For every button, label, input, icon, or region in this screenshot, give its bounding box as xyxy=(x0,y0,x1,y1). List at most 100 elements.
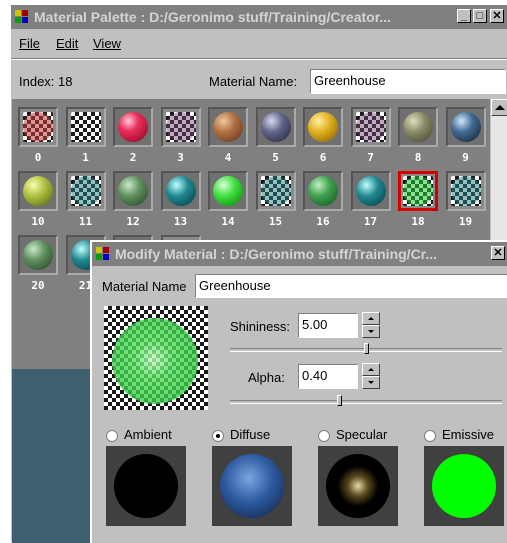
app-icon xyxy=(15,10,28,23)
material-cell-19[interactable] xyxy=(445,171,486,211)
modify-title-bar[interactable]: Modify Material : D:/Geronimo stuff/Trai… xyxy=(92,242,507,266)
palette-title: Material Palette : D:/Geronimo stuff/Tra… xyxy=(34,9,392,25)
material-cell-5[interactable] xyxy=(255,107,296,147)
material-index-label: 9 xyxy=(462,151,469,164)
material-index-label: 16 xyxy=(316,215,330,228)
material-cell-15[interactable] xyxy=(255,171,296,211)
material-index-label: 12 xyxy=(126,215,140,228)
material-cell-6[interactable] xyxy=(303,107,343,147)
material-cell-1[interactable] xyxy=(65,107,106,147)
material-cell-3[interactable] xyxy=(160,107,201,147)
material-sphere xyxy=(450,176,481,206)
menu-file[interactable]: File xyxy=(19,36,40,51)
material-index-label: 20 xyxy=(31,279,45,292)
shininess-spinner[interactable] xyxy=(362,312,380,338)
material-index-label: 13 xyxy=(173,215,188,228)
material-sphere xyxy=(403,176,433,206)
material-index-label: 15 xyxy=(268,215,283,228)
menu-view[interactable]: View xyxy=(93,36,121,51)
maximize-button[interactable]: □ xyxy=(473,9,487,23)
material-cell-12[interactable] xyxy=(113,171,153,211)
material-cell-16[interactable] xyxy=(303,171,343,211)
material-sphere xyxy=(213,176,243,206)
material-tint xyxy=(260,176,291,206)
alpha-spinner[interactable] xyxy=(362,363,380,389)
material-sphere xyxy=(213,112,243,142)
material-index-label: 11 xyxy=(78,215,93,228)
modify-title: Modify Material : D:/Geronimo stuff/Trai… xyxy=(115,246,438,262)
material-index-label: 10 xyxy=(31,215,45,228)
material-cell-14[interactable] xyxy=(208,171,248,211)
material-sphere xyxy=(450,112,481,142)
modify-material-name-label: Material Name xyxy=(102,279,187,294)
material-index-label: 0 xyxy=(34,151,42,164)
material-sphere xyxy=(70,112,101,142)
material-sphere xyxy=(23,240,53,270)
emissive-color-ball xyxy=(432,454,496,518)
material-sphere xyxy=(118,112,148,142)
radio-diffuse[interactable] xyxy=(212,430,224,442)
scroll-up-button[interactable] xyxy=(491,99,507,116)
material-sphere xyxy=(23,112,53,142)
material-tint xyxy=(450,176,481,206)
ambient-swatch[interactable] xyxy=(106,446,186,526)
material-tint xyxy=(23,112,53,142)
material-cell-2[interactable] xyxy=(113,107,153,147)
diffuse-swatch[interactable] xyxy=(212,446,292,526)
spin-up-button[interactable] xyxy=(362,363,380,376)
alpha-input[interactable]: 0.40 xyxy=(298,364,358,389)
material-index-label: 2 xyxy=(129,151,137,164)
material-sphere xyxy=(260,176,291,206)
menu-bar: File Edit View xyxy=(11,31,507,55)
material-tint xyxy=(165,112,196,142)
material-name-field[interactable]: Greenhouse xyxy=(310,69,506,94)
material-cell-9[interactable] xyxy=(445,107,486,147)
material-cell-8[interactable] xyxy=(398,107,438,147)
material-cell-11[interactable] xyxy=(65,171,106,211)
material-tint xyxy=(355,112,386,142)
material-sphere xyxy=(260,112,291,142)
radio-specular[interactable] xyxy=(318,430,330,442)
radio-emissive[interactable] xyxy=(424,430,436,442)
radio-label-ambient[interactable]: Ambient xyxy=(124,427,172,442)
shininess-input[interactable]: 5.00 xyxy=(298,313,358,338)
spin-down-button[interactable] xyxy=(362,376,380,389)
close-button[interactable]: ✕ xyxy=(490,9,504,23)
material-name-label: Material Name: xyxy=(209,74,298,89)
palette-lower-area xyxy=(12,369,92,543)
material-cell-4[interactable] xyxy=(208,107,248,147)
radio-label-emissive[interactable]: Emissive xyxy=(442,427,494,442)
specular-color-ball xyxy=(326,454,390,518)
material-cell-17[interactable] xyxy=(350,171,391,211)
close-button[interactable]: ✕ xyxy=(491,246,505,260)
palette-title-bar[interactable]: Material Palette : D:/Geronimo stuff/Tra… xyxy=(11,5,507,29)
material-cell-20[interactable] xyxy=(18,235,58,275)
material-cell-18[interactable] xyxy=(398,171,438,211)
material-tint xyxy=(71,112,101,142)
radio-ambient[interactable] xyxy=(106,430,118,442)
radio-label-specular[interactable]: Specular xyxy=(336,427,387,442)
material-sphere xyxy=(403,112,433,142)
alpha-slider-track xyxy=(230,400,502,404)
material-index-label: 19 xyxy=(458,215,473,228)
alpha-slider-thumb[interactable] xyxy=(336,395,342,406)
menu-edit[interactable]: Edit xyxy=(56,36,78,51)
material-cell-0[interactable] xyxy=(18,107,58,147)
material-cell-7[interactable] xyxy=(350,107,391,147)
minimize-button[interactable]: _ xyxy=(457,9,471,23)
material-cell-13[interactable] xyxy=(160,171,201,211)
specular-swatch[interactable] xyxy=(318,446,398,526)
material-index-label: 14 xyxy=(221,215,235,228)
modify-material-name-field[interactable]: Greenhouse xyxy=(195,274,507,298)
spin-down-button[interactable] xyxy=(362,325,380,338)
emissive-swatch[interactable] xyxy=(424,446,504,526)
radio-label-diffuse[interactable]: Diffuse xyxy=(230,427,270,442)
shininess-slider-thumb[interactable] xyxy=(364,343,369,354)
material-sphere xyxy=(355,112,386,142)
material-index-label: 18 xyxy=(411,215,425,228)
spin-up-button[interactable] xyxy=(362,312,380,325)
material-cell-10[interactable] xyxy=(18,171,58,211)
app-icon xyxy=(96,247,109,260)
shininess-label: Shininess: xyxy=(230,319,290,334)
material-index-label: 5 xyxy=(272,151,279,164)
